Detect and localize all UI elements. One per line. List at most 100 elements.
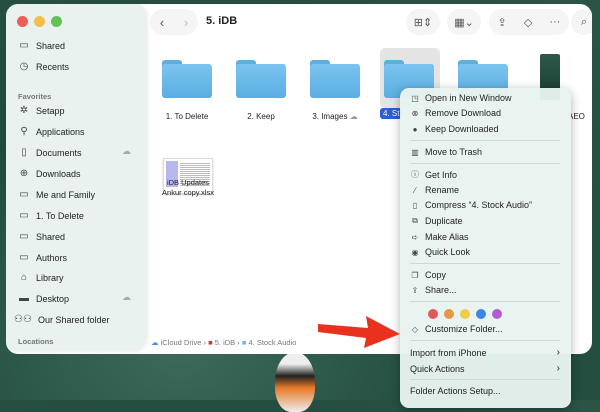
menu-folder-actions-setup[interactable]: Folder Actions Setup... <box>410 386 560 396</box>
duplicate-icon: ⧉ <box>412 216 418 225</box>
more-icon[interactable]: ··· <box>549 16 560 28</box>
sidebar-item-our-shared-folder[interactable]: ⚇⚇ Our Shared folder <box>14 314 110 325</box>
open-window-icon: ◳ <box>411 93 419 103</box>
cloud-icon: ☁ <box>122 292 131 302</box>
grid-view-icon: ⊞⇕ <box>413 16 433 29</box>
sidebar-item-me-and-family[interactable]: ▭ Me and Family <box>18 189 95 200</box>
separator <box>410 301 560 302</box>
tag-orange[interactable] <box>444 309 454 319</box>
nav-buttons: ‹ › <box>150 9 198 35</box>
document-icon: ▯ <box>21 147 27 158</box>
library-icon: ⌂ <box>20 272 28 283</box>
sidebar-item-to-delete[interactable]: ▭ 1. To Delete <box>18 210 84 221</box>
folder-to-delete[interactable] <box>162 60 212 98</box>
clock-icon: ◷ <box>19 61 29 72</box>
menu-customize-folder[interactable]: ◇ Customize Folder... <box>410 324 560 334</box>
sidebar-item-recents[interactable]: ◷ Recents <box>18 61 69 72</box>
separator <box>410 340 560 341</box>
tag-purple[interactable] <box>492 309 502 319</box>
sidebar-item-desktop[interactable]: ▬ Desktop <box>18 293 69 304</box>
context-menu: ◳ Open in New Window ⊗ Remove Download ● Ke… <box>400 88 571 408</box>
folder-icon: ■ <box>208 338 213 347</box>
sidebar-item-shared-folder[interactable]: ▭ Shared <box>18 231 65 242</box>
menu-make-alias[interactable]: ➪ Make Alias <box>410 232 560 242</box>
menu-get-info[interactable]: ⓘ Get Info <box>410 169 560 180</box>
menu-duplicate[interactable]: ⧉ Duplicate <box>410 216 560 226</box>
tag-icon[interactable]: ◇ <box>524 16 532 29</box>
sidebar-item-setapp[interactable]: ✲ Setapp <box>18 105 65 116</box>
menu-open-new-window[interactable]: ◳ Open in New Window <box>410 93 560 103</box>
folder-images[interactable] <box>310 60 360 98</box>
tag-red[interactable] <box>428 309 438 319</box>
sidebar-item-shared[interactable]: ▭ Shared <box>18 40 65 51</box>
action-group: ⇪ ◇ ··· <box>489 9 569 35</box>
sidebar-item-downloads[interactable]: ⊕ Downloads <box>18 168 81 179</box>
sidebar: ▭ Shared ◷ Recents Favorites ✲ Setapp ⚲ Appl… <box>6 4 146 350</box>
download-icon: ⊕ <box>19 168 29 179</box>
alias-arrow-icon: ➪ <box>411 232 419 242</box>
file-label: 3. Images ☁ <box>312 112 358 121</box>
favorites-heading: Favorites <box>18 92 52 101</box>
group-icon: ▦⌄ <box>454 16 474 29</box>
folder-icon: ▭ <box>19 252 29 263</box>
group-button[interactable]: ▦⌄ <box>447 9 481 35</box>
sidebar-item-applications[interactable]: ⚲ Applications <box>18 126 84 137</box>
menu-rename[interactable]: ⁄ Rename <box>410 185 560 195</box>
sidebar-item-library[interactable]: ⌂ Library <box>18 272 64 283</box>
chevron-right-icon: › <box>556 363 560 374</box>
separator <box>410 140 560 141</box>
view-mode-button[interactable]: ⊞⇕ <box>406 9 440 35</box>
sidebar-item-authors[interactable]: ▭ Authors <box>18 252 67 263</box>
folder-icon: ■ <box>241 338 247 347</box>
window-title: 5. iDB <box>206 15 238 27</box>
menu-move-to-trash[interactable]: ▥ Move to Trash <box>410 147 560 157</box>
menu-compress[interactable]: ▯ Compress “4. Stock Audio” <box>410 200 560 210</box>
path-item[interactable]: 5. iDB <box>215 338 235 347</box>
share-icon: ⇪ <box>411 285 419 295</box>
minimize-button[interactable] <box>34 16 45 27</box>
folder-icon: ▭ <box>19 189 29 200</box>
applications-icon: ⚲ <box>20 126 28 137</box>
chevron-right-icon: › <box>556 347 560 358</box>
tag-blue[interactable] <box>476 309 486 319</box>
locations-heading: Locations <box>18 337 54 346</box>
menu-share[interactable]: ⇪ Share... <box>410 285 560 295</box>
red-arrow-annotation <box>318 316 400 348</box>
search-button[interactable]: ⌕ <box>571 9 592 35</box>
folder-keep[interactable] <box>236 60 286 98</box>
tag-colors <box>428 309 502 319</box>
close-button[interactable] <box>17 16 28 27</box>
setapp-icon: ✲ <box>19 105 29 116</box>
menu-copy[interactable]: ❐ Copy <box>410 270 560 280</box>
icloud-icon: ☁ <box>151 338 159 347</box>
eye-icon: ◉ <box>411 247 419 257</box>
separator <box>410 379 560 380</box>
cloud-icon: ☁ <box>122 146 131 156</box>
path-bar: ☁ iCloud Drive › ■ 5. iDB › ■ 4. Stock A… <box>151 338 297 347</box>
path-item[interactable]: 4. Stock Audio <box>248 338 296 347</box>
sidebar-item-documents[interactable]: ▯ Documents <box>18 147 81 158</box>
trash-icon: ▥ <box>411 147 419 157</box>
menu-import-from-iphone[interactable]: Import from iPhone › <box>410 347 560 358</box>
menu-keep-downloaded[interactable]: ● Keep Downloaded <box>410 124 560 134</box>
tag-yellow[interactable] <box>460 309 470 319</box>
download-filled-icon: ● <box>412 124 418 134</box>
back-button[interactable]: ‹ <box>160 15 164 30</box>
remove-circle-icon: ⊗ <box>411 108 419 118</box>
people-icon: ⚇⚇ <box>14 314 32 325</box>
desktop-icon: ▬ <box>19 293 29 304</box>
path-item[interactable]: iCloud Drive <box>161 338 202 347</box>
search-icon: ⌕ <box>580 15 588 28</box>
traffic-lights <box>17 16 62 27</box>
info-icon: ⓘ <box>411 170 419 179</box>
zoom-button[interactable] <box>51 16 62 27</box>
forward-button[interactable]: › <box>184 15 188 30</box>
pencil-icon: ⁄ <box>414 185 416 195</box>
menu-quick-actions[interactable]: Quick Actions › <box>410 363 560 374</box>
menu-quick-look[interactable]: ◉ Quick Look <box>410 247 560 257</box>
menu-remove-download[interactable]: ⊗ Remove Download <box>410 108 560 118</box>
tag-icon: ◇ <box>411 324 419 334</box>
file-label: 1. To Delete <box>165 112 209 121</box>
shared-folder-icon: ▭ <box>19 40 29 51</box>
share-icon[interactable]: ⇪ <box>498 16 507 29</box>
